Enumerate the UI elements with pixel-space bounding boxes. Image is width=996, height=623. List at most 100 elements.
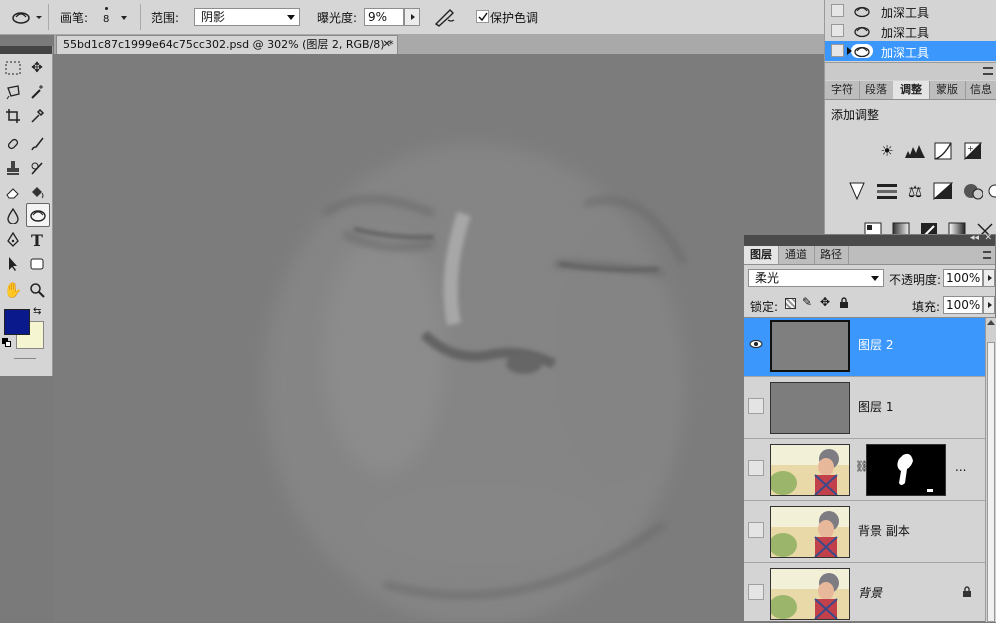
- brush-preset-picker[interactable]: 8: [98, 4, 132, 30]
- airbrush-icon[interactable]: [432, 6, 458, 28]
- color-balance-icon[interactable]: ⚖: [903, 180, 927, 202]
- history-snapshot-checkbox[interactable]: [831, 44, 844, 57]
- move-tool-icon[interactable]: ✥: [26, 58, 48, 78]
- layer-row-background-copy[interactable]: 背景 副本: [744, 500, 986, 563]
- layer-row-adjustment[interactable]: ⛓ ...: [744, 438, 986, 501]
- brush-tool-icon[interactable]: [26, 134, 48, 154]
- options-bar: 画笔: 8 范围: 阴影 曝光度: 9% 保护色调: [0, 0, 824, 35]
- range-select[interactable]: 阴影: [194, 8, 300, 26]
- layers-panel-header[interactable]: ◂◂ ✕: [744, 233, 995, 246]
- layers-scrollbar[interactable]: [985, 318, 996, 622]
- blend-mode-select[interactable]: 柔光: [748, 269, 884, 287]
- history-item[interactable]: 加深工具: [825, 21, 996, 41]
- lock-position-icon[interactable]: ✥: [820, 295, 830, 309]
- rectangle-tool-icon[interactable]: [26, 254, 48, 274]
- eye-icon[interactable]: [748, 336, 764, 352]
- exposure-label: 曝光度:: [317, 11, 358, 25]
- opacity-input[interactable]: 100%: [943, 269, 983, 287]
- tab-4[interactable]: 信息: [965, 81, 996, 99]
- vibrance-icon[interactable]: [845, 180, 869, 202]
- swap-colors-icon[interactable]: ⇆: [33, 306, 41, 317]
- layers-tab-0[interactable]: 图层: [744, 246, 779, 264]
- exposure-input[interactable]: 9%: [364, 8, 404, 26]
- scroll-up-arrow-icon[interactable]: [987, 320, 995, 325]
- layers-panel-menu-icon[interactable]: [983, 251, 991, 259]
- blur-tool-icon[interactable]: [2, 206, 24, 226]
- history-snapshot-checkbox[interactable]: [831, 24, 844, 37]
- close-tab-icon[interactable]: ✕: [383, 36, 391, 54]
- protect-tones-checkbox[interactable]: [476, 10, 489, 23]
- visibility-toggle[interactable]: [748, 398, 764, 414]
- lock-all-icon[interactable]: [839, 297, 849, 312]
- collapse-panel-icon[interactable]: ◂◂: [970, 233, 979, 243]
- tab-0[interactable]: 字符: [825, 81, 860, 99]
- layer-mask-thumbnail[interactable]: [866, 444, 946, 496]
- dodge-burn-tool-icon[interactable]: [10, 7, 42, 27]
- tools-panel-header[interactable]: [0, 46, 52, 54]
- fill-slider-button[interactable]: [983, 296, 995, 314]
- scroll-thumb[interactable]: [987, 342, 995, 622]
- black-white-icon[interactable]: [931, 180, 955, 202]
- path-selection-tool-icon[interactable]: [2, 254, 24, 274]
- exposure-slider-button[interactable]: [404, 8, 420, 26]
- lock-label: 锁定:: [750, 300, 779, 314]
- history-item[interactable]: 加深工具: [825, 1, 996, 21]
- opacity-slider-button[interactable]: [983, 269, 995, 287]
- layers-tab-2[interactable]: 路径: [814, 246, 849, 264]
- channel-mixer-icon[interactable]: [985, 180, 996, 202]
- opacity-label: 不透明度:: [889, 273, 942, 287]
- zoom-tool-icon[interactable]: [26, 280, 48, 300]
- lasso-tool-icon[interactable]: [2, 82, 24, 102]
- lock-image-pixels-icon[interactable]: ✎: [802, 295, 812, 309]
- tab-1[interactable]: 段落: [859, 81, 894, 99]
- layers-tab-1[interactable]: 通道: [778, 246, 815, 264]
- history-brush-tool-icon[interactable]: [26, 158, 48, 178]
- layer-name: 背景: [858, 586, 883, 600]
- layer-row-layer-1[interactable]: 图层 1: [744, 376, 986, 439]
- adjustments-tab-bar: 字符 段落 调整 蒙版 信息: [825, 81, 996, 100]
- document-tab[interactable]: 55bd1c87c1999e64c75cc302.psd @ 302% (图层 …: [56, 35, 398, 54]
- fill-input[interactable]: 100%: [943, 296, 983, 314]
- document-canvas[interactable]: [54, 54, 824, 622]
- visibility-toggle[interactable]: [748, 584, 764, 600]
- chevron-down-icon: [871, 276, 879, 281]
- crop-tool-icon[interactable]: [2, 106, 24, 126]
- eraser-tool-icon[interactable]: [2, 182, 24, 202]
- tab-2[interactable]: 调整: [893, 81, 930, 99]
- exposure-value: 9%: [368, 10, 388, 24]
- close-panel-icon[interactable]: ✕: [984, 233, 992, 243]
- visibility-toggle[interactable]: [748, 522, 764, 538]
- panel-menu-icon[interactable]: [983, 67, 993, 75]
- foreground-color-swatch[interactable]: [4, 309, 30, 335]
- history-item-label: 加深工具: [881, 6, 930, 20]
- lock-transparent-pixels-icon[interactable]: [785, 298, 796, 309]
- fill-label: 填充:: [912, 300, 941, 314]
- type-tool-icon[interactable]: T: [26, 230, 48, 250]
- burn-tool-icon[interactable]: [26, 203, 50, 227]
- layer-row-background[interactable]: 背景: [744, 562, 986, 623]
- exposure-adjust-icon[interactable]: +: [961, 140, 985, 162]
- healing-brush-tool-icon[interactable]: [2, 134, 24, 154]
- pen-tool-icon[interactable]: [2, 230, 24, 250]
- history-item[interactable]: 加深工具: [825, 41, 996, 61]
- marquee-tool-icon[interactable]: [2, 58, 24, 78]
- svg-text:+: +: [967, 144, 974, 153]
- tab-3[interactable]: 蒙版: [929, 81, 966, 99]
- layer-row-layer-2[interactable]: 图层 2: [744, 318, 986, 377]
- history-item-label: 加深工具: [881, 46, 930, 60]
- hue-saturation-icon[interactable]: [875, 180, 899, 202]
- curves-icon[interactable]: [931, 140, 955, 162]
- eyedropper-tool-icon[interactable]: [26, 106, 48, 126]
- brush-size-value: 8: [103, 14, 110, 25]
- clone-stamp-tool-icon[interactable]: [2, 158, 24, 178]
- brightness-contrast-icon[interactable]: ☀: [875, 140, 899, 162]
- visibility-toggle[interactable]: [748, 460, 764, 476]
- paint-bucket-tool-icon[interactable]: [26, 182, 48, 202]
- burn-tool-icon: [851, 4, 873, 18]
- history-snapshot-checkbox[interactable]: [831, 4, 844, 17]
- hand-tool-icon[interactable]: ✋: [2, 280, 24, 300]
- levels-icon[interactable]: [903, 140, 927, 162]
- photo-filter-icon[interactable]: [961, 180, 985, 202]
- default-colors-icon[interactable]: [2, 338, 12, 348]
- magic-wand-tool-icon[interactable]: [26, 82, 48, 102]
